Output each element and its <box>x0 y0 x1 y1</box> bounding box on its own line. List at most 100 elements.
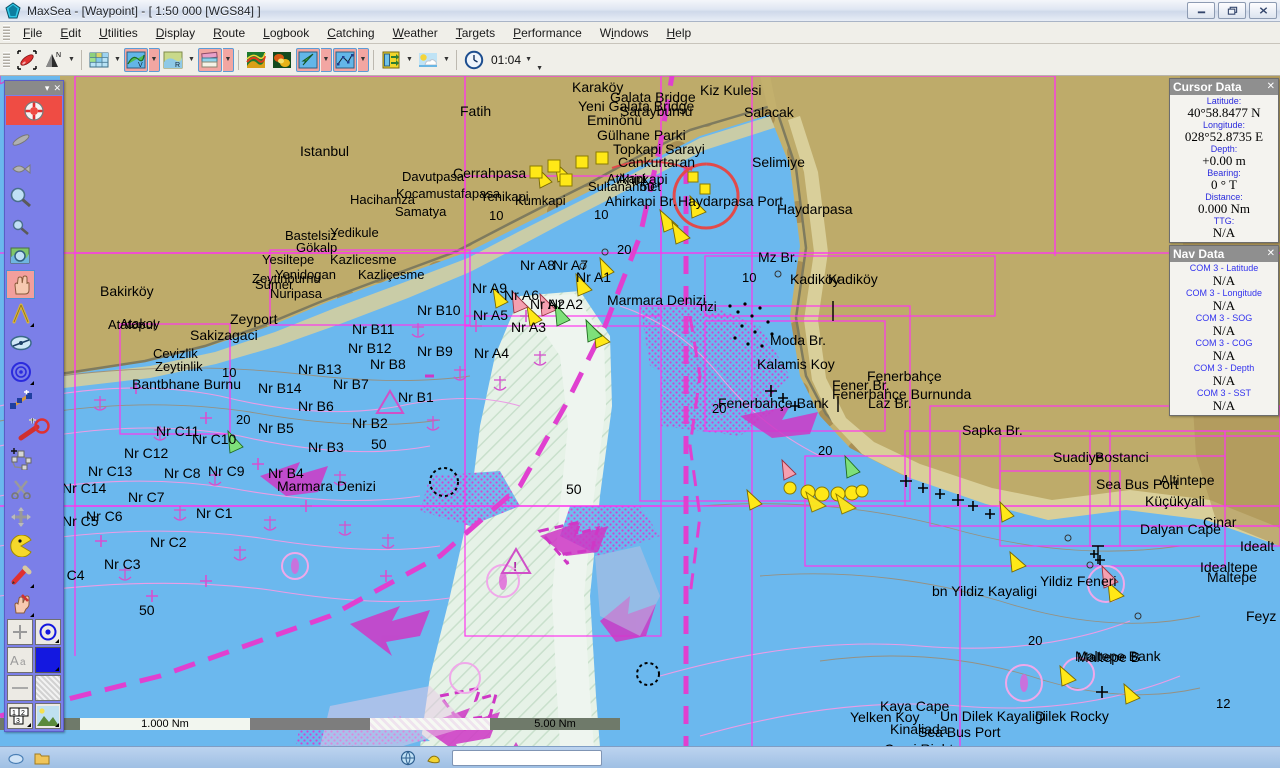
clock-dropdown-icon[interactable]: ▼ <box>523 48 534 72</box>
nav-data-close-icon[interactable]: ✕ <box>1267 249 1275 259</box>
chart-place-label: Atatopul <box>108 317 156 332</box>
waypoint-button[interactable] <box>296 47 320 72</box>
gps-status-icon[interactable] <box>426 750 442 766</box>
tool-ruler-ring[interactable] <box>6 328 35 357</box>
minimize-button[interactable] <box>1187 2 1215 19</box>
tide-button[interactable] <box>379 48 403 72</box>
menu-weather[interactable]: Weather <box>384 24 447 42</box>
menu-file[interactable]: File <box>14 24 51 42</box>
chart-place-label: 20 <box>236 412 251 427</box>
tool-scissors[interactable] <box>6 473 35 502</box>
panel-row-value: N/A <box>1212 348 1236 363</box>
palette-close-icon[interactable]: ✕ <box>53 83 61 93</box>
tool-pattern-style[interactable] <box>35 675 61 701</box>
tool-erase-hand[interactable] <box>6 589 35 618</box>
menu-catching[interactable]: Catching <box>318 24 383 42</box>
north-up-button[interactable]: N <box>41 48 65 72</box>
tool-symbol-style[interactable] <box>35 619 61 645</box>
tool-pencil[interactable] <box>6 560 35 589</box>
waypoint-dropdown-icon[interactable]: ▼ <box>321 47 332 72</box>
tool-divider-flyout-icon <box>30 323 34 327</box>
tool-target-flyout-icon <box>30 381 34 385</box>
cursor-data-panel[interactable]: Cursor Data ✕ Latitude: 40°58.8477 N Longi… <box>1169 78 1279 243</box>
cursor-data-header[interactable]: Cursor Data ✕ <box>1170 79 1278 95</box>
tool-line-style[interactable] <box>7 675 33 701</box>
tool-zoom-out[interactable] <box>6 212 35 241</box>
tool-palette[interactable]: ▾ ✕ A a 1 2 3 <box>4 80 64 732</box>
chart-layers-button[interactable] <box>198 47 222 72</box>
scissors-icon <box>10 479 31 499</box>
grid-chart-dropdown-icon[interactable]: ▼ <box>112 48 123 72</box>
status-text-field[interactable] <box>452 749 602 766</box>
menu-targets[interactable]: Targets <box>447 24 504 42</box>
vector-chart-button[interactable]: V <box>124 47 148 72</box>
tool-route-build[interactable] <box>6 386 35 415</box>
tool-zoom-in[interactable] <box>6 183 35 212</box>
restore-button[interactable] <box>1218 2 1246 19</box>
nav-data-panel[interactable]: Nav Data ✕ COM 3 - Latitude N/A COM 3 - Lo… <box>1169 245 1279 416</box>
folder-status-icon[interactable] <box>34 750 50 766</box>
tool-symbol-flyout-icon <box>55 639 59 643</box>
tool-pacman-catch[interactable] <box>6 531 35 560</box>
tool-font-style[interactable]: A a <box>7 647 33 673</box>
chart-place-label: Nr B10 <box>417 302 461 318</box>
weather-dropdown-icon[interactable]: ▼ <box>441 48 452 72</box>
nav-data-header[interactable]: Nav Data ✕ <box>1170 246 1278 262</box>
palette-collapse-icon[interactable]: ▾ <box>45 83 50 93</box>
tool-crosshair-style[interactable] <box>7 619 33 645</box>
menu-performance[interactable]: Performance <box>504 24 591 42</box>
toolbar-overflow-icon[interactable]: ▼ <box>534 48 545 72</box>
tool-move[interactable] <box>6 502 35 531</box>
globe-status-icon[interactable] <box>400 750 416 766</box>
chart-place-label: 10 <box>222 365 237 380</box>
chart-layers-dropdown-icon[interactable]: ▼ <box>223 47 234 72</box>
pencil-icon <box>11 565 31 584</box>
tool-boat-grey[interactable] <box>6 125 35 154</box>
route-button[interactable] <box>333 47 357 72</box>
tool-lifering[interactable] <box>6 96 62 125</box>
palette-title-bar[interactable]: ▾ ✕ <box>5 81 63 95</box>
tool-photo[interactable] <box>35 703 61 729</box>
cursor-data-close-icon[interactable]: ✕ <box>1267 82 1275 92</box>
chart-place-label: 20 <box>1028 633 1043 648</box>
route-dropdown-icon[interactable]: ▼ <box>358 47 369 72</box>
menu-route[interactable]: Route <box>204 24 254 42</box>
panel-row-value: N/A <box>1212 398 1236 413</box>
tool-mark-add[interactable] <box>6 415 62 444</box>
menu-windows[interactable]: Windows <box>591 24 658 42</box>
boat-position-button[interactable] <box>15 48 39 72</box>
menu-help[interactable]: Help <box>657 24 700 42</box>
raster-chart-dropdown-icon[interactable]: ▼ <box>186 48 197 72</box>
menu-utilities[interactable]: Utilities <box>90 24 147 42</box>
chart-map-view[interactable]: !! <box>0 76 1280 747</box>
tool-fish-grey[interactable] <box>6 154 35 183</box>
hand-pan-icon <box>13 274 29 294</box>
tool-color-fill[interactable] <box>35 647 61 673</box>
weather-button[interactable] <box>416 48 440 72</box>
close-button[interactable] <box>1249 2 1277 19</box>
tool-area-add[interactable] <box>6 444 35 473</box>
tool-divider[interactable] <box>6 299 35 328</box>
toolbar-grip[interactable] <box>3 51 10 68</box>
tool-layers-order[interactable]: 1 2 3 <box>7 703 33 729</box>
menu-edit[interactable]: Edit <box>51 24 90 42</box>
tool-chart-select[interactable] <box>6 241 35 270</box>
tool-photo-flyout-icon <box>55 723 59 727</box>
vector-chart-dropdown-icon[interactable]: ▼ <box>149 47 160 72</box>
tool-target-circle[interactable] <box>6 357 35 386</box>
grid-chart-button[interactable] <box>87 48 111 72</box>
chart-place-label: Nr B7 <box>333 376 369 392</box>
sst-button[interactable] <box>270 48 294 72</box>
maxsea-logo-icon <box>4 1 22 20</box>
raster-chart-button[interactable]: R <box>161 48 185 72</box>
clock-button[interactable] <box>462 48 486 72</box>
ellipse-status-icon[interactable] <box>8 750 24 766</box>
panel-row-value: N/A <box>1212 298 1236 313</box>
bathymetry-button[interactable] <box>244 48 268 72</box>
north-up-dropdown-icon[interactable]: ▼ <box>66 48 77 72</box>
menubar-grip[interactable] <box>3 24 10 41</box>
menu-display[interactable]: Display <box>147 24 204 42</box>
tide-dropdown-icon[interactable]: ▼ <box>404 48 415 72</box>
menu-logbook[interactable]: Logbook <box>254 24 318 42</box>
tool-pan-hand[interactable] <box>6 270 35 299</box>
